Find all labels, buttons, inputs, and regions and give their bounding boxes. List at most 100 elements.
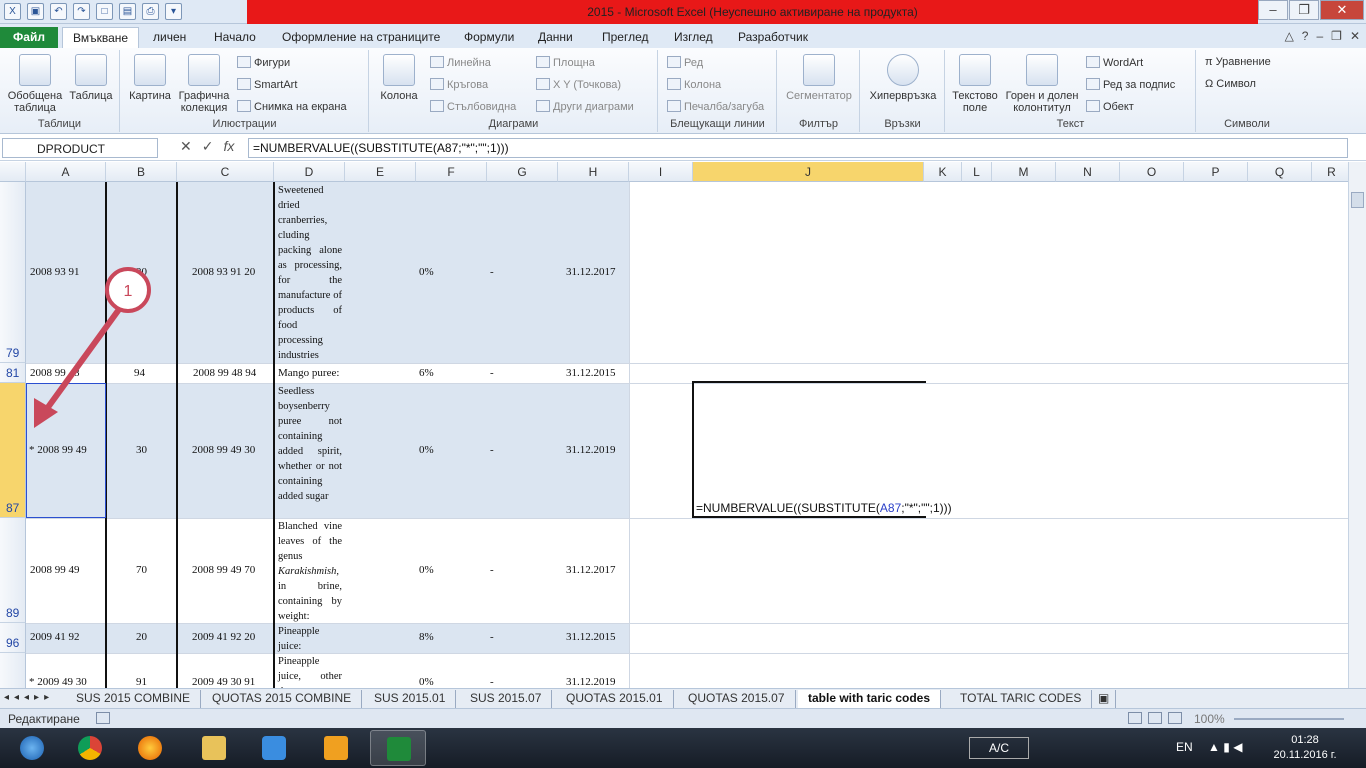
cell-a96[interactable]: 2009 41 92 — [30, 631, 80, 643]
column-header-f[interactable]: F — [416, 162, 487, 182]
cell-d-next[interactable]: Pineapple juice, other than — [275, 653, 345, 688]
cell-f79[interactable]: 0% — [419, 266, 434, 278]
cancel-icon[interactable]: ✕ — [180, 138, 192, 155]
column-header-d[interactable]: D — [274, 162, 345, 182]
cell-d89[interactable]: Blanched vine leaves of the genus Karaki… — [275, 518, 345, 623]
bar-chart-button[interactable]: Стълбовидна — [430, 100, 516, 113]
signal-icon[interactable]: ▮ — [1223, 740, 1230, 754]
sheet-tab[interactable]: SUS 2015 COMBINE — [66, 690, 202, 708]
new-icon[interactable]: □ — [96, 3, 113, 20]
page-break-icon[interactable] — [1168, 712, 1182, 724]
sparkline-column-button[interactable]: Колона — [667, 78, 721, 91]
screenshot-button[interactable]: Снимка на екрана — [237, 100, 347, 113]
tab-insert[interactable]: Вмъкване — [62, 27, 140, 48]
table-button[interactable]: Таблица — [66, 54, 116, 102]
cell-c87[interactable]: 2008 99 49 30 — [192, 444, 255, 456]
sheet-tab-active[interactable]: table with taric codes — [798, 690, 942, 708]
cell-c-next[interactable]: 2009 49 30 91 — [192, 676, 255, 688]
other-charts-button[interactable]: Други диаграми — [536, 100, 634, 113]
open-icon[interactable]: ▤ — [119, 3, 136, 20]
select-all-corner[interactable] — [0, 162, 26, 182]
column-header-m[interactable]: M — [992, 162, 1056, 182]
column-header-b[interactable]: B — [106, 162, 177, 182]
clock[interactable]: 01:28 20.11.2016 г. — [1270, 733, 1340, 763]
zoom-slider[interactable] — [1234, 718, 1344, 720]
tab-review[interactable]: Преглед — [592, 27, 659, 48]
minimize-icon[interactable]: – — [1258, 0, 1288, 20]
page-layout-icon[interactable] — [1148, 712, 1162, 724]
start-button[interactable] — [4, 730, 60, 766]
restore-icon[interactable]: ❐ — [1289, 0, 1319, 20]
cell-d81[interactable]: Mango puree: — [278, 367, 339, 379]
equation-button[interactable]: π Уравнение — [1205, 56, 1271, 68]
sparkline-winloss-button[interactable]: Печалба/загуба — [667, 100, 764, 113]
column-header-n[interactable]: N — [1056, 162, 1120, 182]
vertical-scrollbar[interactable] — [1348, 162, 1366, 688]
enter-icon[interactable]: ✓ — [202, 138, 214, 155]
cell-h79[interactable]: 31.12.2017 — [566, 266, 616, 278]
hyperlink-button[interactable]: Хипервръзка — [863, 54, 943, 102]
column-header-e[interactable]: E — [345, 162, 416, 182]
sheet-tab[interactable]: QUOTAS 2015.01 — [556, 690, 674, 708]
cell-h-next[interactable]: 31.12.2019 — [566, 676, 616, 688]
picture-button[interactable]: Картина — [125, 54, 175, 102]
pivot-table-button[interactable]: Обобщена таблица — [4, 54, 66, 114]
cell-d79[interactable]: Sweetened dried cranberries, cluding pac… — [275, 182, 345, 363]
tab-data[interactable]: Данни — [528, 27, 583, 48]
pie-chart-button[interactable]: Кръгова — [430, 78, 488, 91]
tab-developer[interactable]: Разработчик — [728, 27, 818, 48]
formula-input[interactable]: =NUMBERVALUE((SUBSTITUTE(A87;"*";"";1))) — [248, 138, 1348, 158]
cell-a79[interactable]: 2008 93 91 — [30, 266, 80, 278]
column-header-k[interactable]: K — [924, 162, 962, 182]
cell-b81[interactable]: 94 — [134, 367, 145, 379]
cell-a-next[interactable]: * 2009 49 30 — [29, 676, 87, 688]
tab-home[interactable]: Начало — [204, 27, 266, 48]
minimize-ribbon-icon[interactable]: △ — [1285, 29, 1294, 43]
editing-cell-j87[interactable] — [692, 381, 926, 518]
name-box[interactable]: DPRODUCT — [2, 138, 158, 158]
sheet-tab[interactable]: QUOTAS 2015 COMBINE — [202, 690, 363, 708]
area-chart-button[interactable]: Площна — [536, 56, 595, 69]
slicer-button[interactable]: Сегментатор — [782, 54, 856, 102]
row-header-96[interactable]: 96 — [0, 623, 26, 653]
sparkline-line-button[interactable]: Ред — [667, 56, 703, 69]
column-header-o[interactable]: O — [1120, 162, 1184, 182]
cell-c81[interactable]: 2008 99 48 94 — [193, 367, 256, 379]
cell-d87[interactable]: Seedless boysenberry puree not containin… — [275, 383, 345, 518]
cell-c96[interactable]: 2009 41 92 20 — [192, 631, 255, 643]
clipart-button[interactable]: Графична колекция — [175, 54, 233, 114]
symbol-button[interactable]: Ω Символ — [1205, 78, 1256, 90]
redo-icon[interactable]: ↷ — [73, 3, 90, 20]
column-header-q[interactable]: Q — [1248, 162, 1312, 182]
spreadsheet-grid[interactable]: A B C D E F G H I J K L M N O P Q R 79 8… — [0, 162, 1348, 688]
undo-icon[interactable]: ↶ — [50, 3, 67, 20]
cell-f96[interactable]: 8% — [419, 631, 434, 643]
keyboard-indicator[interactable]: A/C — [969, 737, 1029, 759]
help-icon[interactable]: ? — [1302, 29, 1309, 43]
cell-f-next[interactable]: 0% — [419, 676, 434, 688]
cell-g79[interactable]: - — [490, 266, 494, 278]
cell-b87[interactable]: 30 — [136, 444, 147, 456]
taskbar-media-player[interactable] — [246, 730, 302, 766]
cell-b-next[interactable]: 91 — [136, 676, 147, 688]
cell-c89[interactable]: 2008 99 49 70 — [192, 564, 255, 576]
taskbar-winamp[interactable] — [308, 730, 364, 766]
row-header-next[interactable] — [0, 653, 26, 688]
cell-h87[interactable]: 31.12.2019 — [566, 444, 616, 456]
insert-sheet-icon[interactable]: ▣ — [1094, 690, 1116, 708]
cell-h89[interactable]: 31.12.2017 — [566, 564, 616, 576]
excel-icon[interactable]: X — [4, 3, 21, 20]
tab-personal[interactable]: личен — [143, 27, 196, 48]
cell-f87[interactable]: 0% — [419, 444, 434, 456]
customize-icon[interactable]: ▾ — [165, 3, 182, 20]
cell-g89[interactable]: - — [490, 564, 494, 576]
sheet-tab[interactable]: QUOTAS 2015.07 — [678, 690, 796, 708]
cell-g81[interactable]: - — [490, 367, 494, 379]
insert-function-icon[interactable]: fx — [223, 138, 234, 155]
row-header-89[interactable]: 89 — [0, 518, 26, 623]
cell-h81[interactable]: 31.12.2015 — [566, 367, 616, 379]
shapes-button[interactable]: Фигури — [237, 56, 290, 69]
column-header-h[interactable]: H — [558, 162, 629, 182]
tab-formulas[interactable]: Формули — [454, 27, 524, 48]
cell-d96[interactable]: Pineapple juice: — [275, 623, 345, 653]
